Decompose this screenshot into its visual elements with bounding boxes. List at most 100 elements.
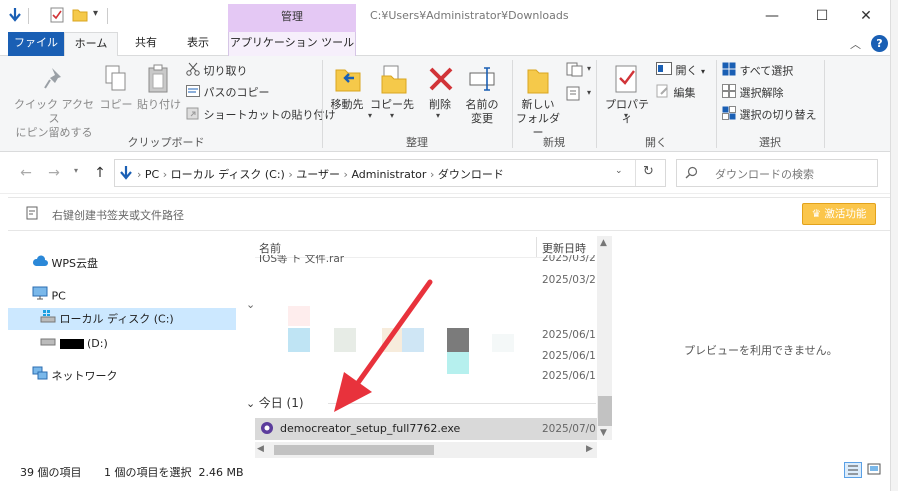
move-to-button[interactable]: 移動先: [326, 98, 368, 112]
address-separator: [635, 160, 636, 186]
edit-button[interactable]: 編集: [656, 84, 696, 101]
easy-access-icon[interactable]: [566, 86, 586, 105]
paste-shortcut-icon: [186, 106, 200, 125]
scroll-up-icon[interactable]: ▲: [600, 238, 607, 248]
paste-button[interactable]: 貼り付け: [136, 98, 182, 112]
group-header-label: 今日 (1): [258, 396, 304, 410]
address-dropdown-icon[interactable]: ⌄: [615, 166, 623, 176]
vertical-scroll-thumb[interactable]: [598, 396, 612, 426]
move-to-icon: [334, 64, 362, 99]
address-bar[interactable]: › PC › ローカル ディスク (C:) › ユーザー › Administr…: [114, 159, 666, 187]
activate-label: 激活功能: [824, 208, 867, 220]
close-button[interactable]: ✕: [856, 6, 876, 26]
forward-arrow-icon[interactable]: →: [46, 165, 62, 181]
open-group-label: 開く: [645, 136, 667, 149]
select-all-button[interactable]: すべて選択: [722, 62, 793, 79]
group-chevron-icon: ⌄: [246, 397, 259, 410]
nav-item-wps-cloud[interactable]: WPS云盘: [32, 254, 98, 274]
move-to-dropdown-icon[interactable]: ▾: [368, 111, 372, 120]
tab-file[interactable]: ファイル: [8, 32, 64, 56]
redacted-label: [59, 339, 84, 349]
invert-selection-label: 選択の切り替え: [739, 108, 817, 122]
group-chevron-icon[interactable]: ⌄: [246, 298, 255, 311]
edit-label: 編集: [673, 86, 696, 100]
copy-path-label: パスのコピー: [203, 86, 270, 99]
windows-drive-icon: [40, 309, 56, 330]
search-box[interactable]: ダウンロードの検索: [676, 159, 878, 187]
large-icons-view-icon[interactable]: [866, 462, 884, 478]
scroll-down-icon[interactable]: ▼: [600, 428, 607, 438]
open-label: 開く: [675, 64, 698, 77]
copy-to-button[interactable]: コピー先: [370, 98, 414, 112]
recent-locations-dropdown-icon[interactable]: ▾: [74, 166, 78, 175]
window-title: C:¥Users¥Administrator¥Downloads: [370, 9, 569, 22]
paste-shortcut-button[interactable]: ショートカットの貼り付け: [186, 106, 336, 123]
delete-button[interactable]: 削除: [422, 98, 458, 112]
rename-button[interactable]: 名前の 変更: [462, 98, 502, 126]
tab-share[interactable]: 共有: [124, 32, 168, 56]
file-date: 2025/06/1: [542, 370, 596, 382]
partial-file-row[interactable]: IOS等 ト 文件.rar: [259, 255, 344, 265]
selected-file-name[interactable]: democreator_setup_full7762.exe: [280, 422, 460, 435]
horizontal-scroll-thumb[interactable]: [274, 445, 434, 455]
paste-shortcut-label: ショートカットの貼り付け: [203, 108, 336, 122]
qa-dropdown-icon[interactable]: ▾: [93, 8, 98, 19]
up-arrow-icon[interactable]: ↑: [92, 165, 108, 181]
crumb-local-disk[interactable]: ローカル ディスク (C:): [171, 168, 285, 181]
crumb-downloads[interactable]: ダウンロード: [438, 168, 504, 181]
blurred-thumbnail: [492, 334, 514, 352]
select-none-button[interactable]: 選択解除: [722, 84, 784, 101]
down-arrow-icon[interactable]: [8, 7, 22, 22]
new-item-icon[interactable]: [566, 62, 586, 81]
group-header-today[interactable]: ⌄ 今日 (1): [246, 394, 304, 411]
minimize-button[interactable]: —: [762, 6, 782, 26]
properties-dropdown-icon[interactable]: ▾: [624, 111, 628, 120]
new-item-dropdown-icon[interactable]: ▾: [587, 64, 591, 73]
new-folder-icon[interactable]: [72, 7, 88, 22]
wps-hint: 右键创建书签夹或文件路径: [52, 209, 184, 222]
tab-application-tools[interactable]: アプリケーション ツール: [228, 32, 356, 56]
pin-icon: [44, 66, 66, 95]
nav-item-network[interactable]: ネットワーク: [32, 366, 118, 386]
nav-item-local-disk-c[interactable]: ローカル ディスク (C:): [40, 309, 174, 329]
cloud-icon: [32, 254, 48, 274]
copy-button[interactable]: コピー: [96, 98, 136, 112]
maximize-button[interactable]: ☐: [812, 6, 832, 26]
scroll-right-icon[interactable]: ▶: [586, 444, 593, 454]
bookmark-icon: [26, 206, 38, 223]
crumb-administrator[interactable]: Administrator: [351, 168, 426, 181]
select-none-icon: [722, 84, 736, 103]
crumb-pc[interactable]: PC: [145, 168, 159, 181]
column-header-name[interactable]: 名前: [259, 240, 281, 256]
invert-selection-button[interactable]: 選択の切り替え: [722, 106, 817, 123]
easy-access-dropdown-icon[interactable]: ▾: [587, 88, 591, 97]
collapse-ribbon-icon[interactable]: ︿: [850, 36, 861, 52]
details-view-icon[interactable]: [844, 462, 862, 478]
file-date: 2025/06/1: [542, 350, 596, 362]
back-arrow-icon[interactable]: ←: [18, 165, 34, 181]
nav-label-network: ネットワーク: [51, 369, 118, 383]
copy-to-dropdown-icon[interactable]: ▾: [390, 111, 394, 120]
status-item-count: 39 個の項目: [20, 466, 82, 479]
select-all-icon: [722, 62, 736, 81]
properties-icon: [614, 64, 640, 99]
open-button[interactable]: 開く ▾: [656, 62, 705, 79]
cut-button[interactable]: 切り取り: [186, 62, 248, 79]
copy-path-button[interactable]: パスのコピー: [186, 84, 270, 101]
scroll-left-icon[interactable]: ◀: [257, 444, 264, 454]
crumb-users[interactable]: ユーザー: [296, 168, 340, 181]
edit-pencil-icon: [656, 84, 670, 103]
open-icon: [656, 62, 672, 80]
tab-view[interactable]: 表示: [176, 32, 220, 56]
nav-item-pc[interactable]: PC: [32, 286, 66, 306]
properties-check-icon[interactable]: [50, 7, 64, 23]
organize-group-label: 整理: [406, 136, 428, 149]
select-none-label: 選択解除: [739, 86, 784, 100]
column-header-date[interactable]: 更新日時: [542, 240, 586, 256]
refresh-icon[interactable]: ↻: [643, 164, 654, 179]
tab-home[interactable]: ホーム: [64, 32, 118, 57]
nav-item-d-drive[interactable]: (D:): [40, 334, 108, 354]
activate-button[interactable]: ♛ 激活功能: [802, 203, 876, 225]
delete-dropdown-icon[interactable]: ▾: [436, 111, 440, 120]
help-icon[interactable]: ?: [871, 35, 888, 52]
